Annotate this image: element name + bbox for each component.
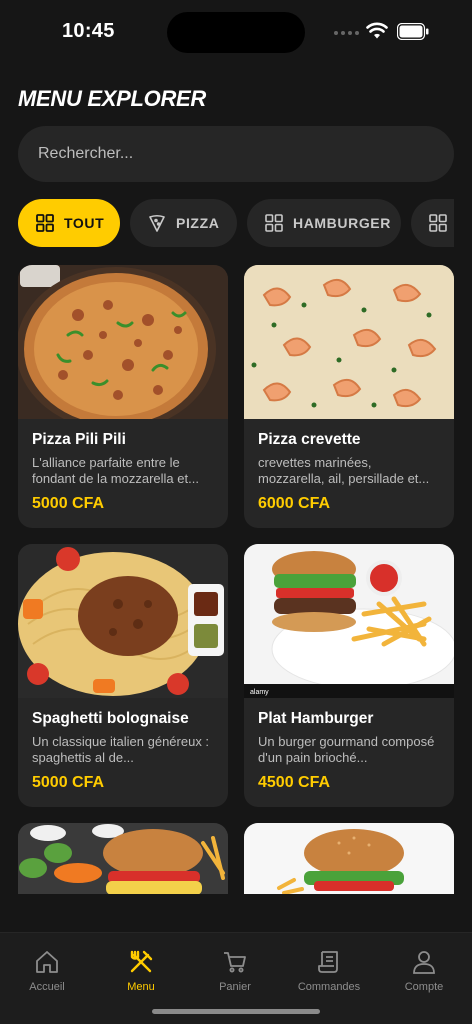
home-indicator	[152, 1009, 320, 1014]
plat-hamburger-image: alamy	[244, 544, 454, 698]
menu-item-name: Pizza Pili Pili	[32, 431, 126, 448]
battery-icon	[397, 23, 429, 40]
status-time: 10:45	[62, 20, 115, 42]
cellular-signal-icon	[334, 31, 359, 35]
status-bar: 10:45	[0, 0, 472, 64]
tab-label: Panier	[219, 981, 251, 993]
menu-item-price: 5000 CFA	[32, 495, 105, 512]
menu-item-card[interactable]: alamy Plat Hamburger Un burger gourmand …	[244, 544, 454, 807]
category-chip-label: HAMBURGER	[293, 215, 391, 231]
tab-label: Accueil	[29, 981, 65, 993]
pizza-slice-icon	[149, 214, 165, 232]
menu-item-card[interactable]: Spaghetti bolognaise Un classique italie…	[18, 544, 228, 807]
grid-icon	[265, 214, 283, 232]
tab-label: Menu	[127, 981, 155, 993]
tab-label: Commandes	[297, 981, 361, 993]
tab-compte[interactable]: Compte	[377, 949, 471, 993]
menu-item-price: 5000 CFA	[32, 774, 105, 791]
wifi-icon	[366, 22, 388, 39]
grid-icon	[36, 214, 54, 232]
menu-item-price: 6000 CFA	[258, 495, 331, 512]
receipt-icon	[318, 951, 338, 973]
menu-item-name: Spaghetti bolognaise	[32, 710, 189, 727]
category-filter: TOUT PIZZA HAMBURGER	[18, 199, 454, 247]
category-chip-more[interactable]	[411, 199, 454, 247]
category-chip-label: PIZZA	[176, 215, 220, 231]
tab-commandes[interactable]: Commandes	[282, 949, 376, 993]
tab-menu[interactable]: Menu	[94, 949, 188, 993]
menu-item-description: Un classique italien généreux : spaghett…	[32, 734, 210, 765]
tab-accueil[interactable]: Accueil	[0, 949, 94, 993]
menu-item-name: Plat Hamburger	[258, 710, 374, 727]
svg-text:alamy: alamy	[250, 689, 269, 696]
pizza-crevette-image	[244, 265, 454, 419]
category-chip-hamburger[interactable]: HAMBURGER	[247, 199, 401, 247]
spaghetti-bolognaise-image	[18, 544, 228, 698]
fork-knife-icon	[130, 950, 153, 973]
menu-item-description: L'alliance parfaite entre le fondant de …	[32, 455, 199, 486]
tab-label: Compte	[404, 981, 444, 993]
grid-icon	[429, 214, 447, 232]
pizza-pili-pili-image	[18, 265, 228, 419]
menu-item-card[interactable]: Pizza Pili Pili L'alliance parfaite entr…	[18, 265, 228, 528]
dynamic-island	[167, 12, 305, 53]
page-title: MENU EXPLORER	[18, 86, 207, 111]
category-chip-pizza[interactable]: PIZZA	[130, 199, 237, 247]
search-input[interactable]	[38, 145, 434, 163]
menu-item-card[interactable]: Pizza crevette crevettes marinées, mozza…	[244, 265, 454, 528]
search-bar[interactable]	[18, 126, 454, 182]
menu-item-description: Un burger gourmand composé d'un pain bri…	[258, 734, 435, 765]
cart-icon	[224, 952, 246, 973]
home-icon	[36, 951, 58, 973]
user-icon	[413, 951, 435, 974]
menu-item-price: 4500 CFA	[258, 774, 331, 791]
category-chip-tout[interactable]: TOUT	[18, 199, 120, 247]
tab-panier[interactable]: Panier	[188, 949, 282, 993]
menu-item-description: crevettes marinées, mozzarella, ail, per…	[258, 455, 430, 486]
scroll-fade	[0, 894, 472, 934]
category-chip-label: TOUT	[64, 215, 105, 231]
menu-item-name: Pizza crevette	[258, 431, 361, 448]
